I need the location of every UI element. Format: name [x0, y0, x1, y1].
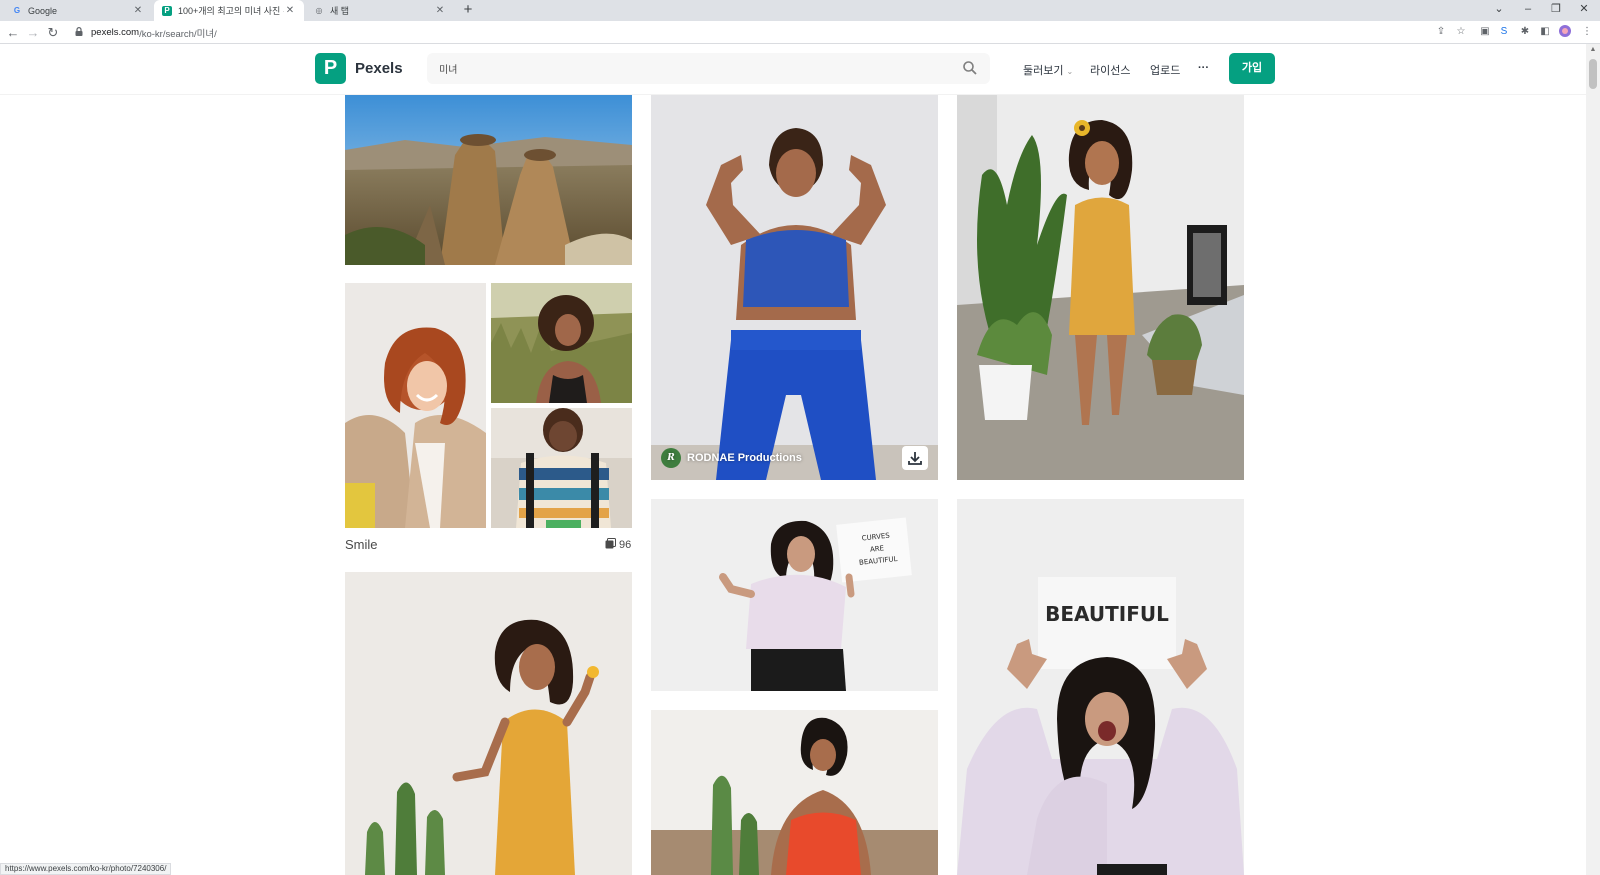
page-scrollbar[interactable]: ▲: [1586, 44, 1600, 875]
search-box: [427, 53, 990, 84]
landscape-image: [345, 95, 632, 265]
collection-photo-main[interactable]: [345, 283, 486, 528]
bookmark-star-icon[interactable]: ☆: [1454, 25, 1468, 39]
more-options-icon[interactable]: ···: [1198, 62, 1209, 74]
extension-icon[interactable]: ▣: [1478, 25, 1492, 39]
photo-red-swimsuit[interactable]: [651, 710, 938, 875]
address-bar[interactable]: pexels.com/ko-kr/search/미녀/: [68, 23, 1418, 42]
tab-new-tab[interactable]: ◎ 새 탭 ✕: [306, 0, 454, 21]
author-avatar: R: [661, 448, 681, 468]
photo-cappadocia[interactable]: [345, 95, 632, 265]
download-button[interactable]: [902, 446, 928, 470]
woman-yellow-dress-room-image: [957, 95, 1244, 480]
close-tab-icon[interactable]: ✕: [132, 5, 144, 16]
search-icon[interactable]: [962, 60, 978, 76]
new-tab-button[interactable]: +: [459, 1, 477, 18]
collection-title[interactable]: Smile: [345, 537, 378, 552]
collection-photo-top[interactable]: [491, 283, 632, 403]
google-favicon-icon: G: [13, 6, 21, 15]
pexels-favicon-icon: P: [162, 5, 172, 16]
collection-stack-icon: [605, 538, 616, 552]
kebab-menu-icon[interactable]: ⋮: [1580, 25, 1594, 39]
nav-license[interactable]: 라이선스: [1090, 62, 1130, 78]
browser-tab-bar: G Google ✕ P 100+개의 최고의 미녀 사진 · 10 ✕ ◎ 새…: [0, 0, 1600, 21]
side-panel-icon[interactable]: ◧: [1538, 25, 1552, 39]
minimize-icon[interactable]: –: [1514, 0, 1542, 21]
close-tab-icon[interactable]: ✕: [434, 5, 446, 16]
join-button[interactable]: 가입: [1229, 53, 1275, 84]
scroll-up-icon[interactable]: ▲: [1589, 46, 1597, 53]
tab-title: Google: [28, 5, 58, 16]
chevron-down-icon: ⌄: [1066, 67, 1074, 76]
photo-yellow-dress-cactus[interactable]: [345, 572, 632, 875]
woman-yellow-dress-image: [345, 572, 632, 875]
extension-translate-icon[interactable]: S: [1497, 25, 1511, 39]
site-header: P Pexels 둘러보기 ⌄ 라이선스 업로드 ··· 가입: [0, 44, 1586, 95]
tab-search-icon[interactable]: ⌄: [1485, 0, 1513, 21]
url-path: /ko-kr/search/미녀/: [139, 28, 217, 40]
newtab-favicon-icon: ◎: [315, 6, 323, 15]
woman-red-swimsuit-image: [651, 710, 938, 875]
pexels-logo[interactable]: P: [315, 53, 346, 84]
photo-yellow-dress-plants[interactable]: [957, 95, 1244, 480]
collection-photo-bottom[interactable]: [491, 408, 632, 528]
reload-icon[interactable]: ↻: [44, 24, 62, 41]
tab-title: 새 탭: [330, 6, 350, 16]
collection-count: 96: [605, 538, 631, 552]
status-bar-url: https://www.pexels.com/ko-kr/photo/72403…: [0, 863, 172, 875]
brand-name[interactable]: Pexels: [355, 60, 403, 77]
woman-beautiful-sign-image: [957, 499, 1244, 875]
back-arrow-icon[interactable]: ←: [4, 24, 22, 41]
collection-count-value: 96: [619, 539, 632, 551]
share-icon[interactable]: ⇪: [1434, 25, 1448, 39]
author-name: RODNAE Productions: [687, 452, 802, 464]
tab-google[interactable]: G Google ✕: [4, 0, 152, 21]
profile-avatar[interactable]: [1558, 25, 1572, 39]
browser-toolbar: ← → ↻ pexels.com/ko-kr/search/미녀/ ⇪ ☆ ▣ …: [0, 21, 1600, 44]
photo-curves-sign[interactable]: CURVES ARE BEAUTIFUL: [651, 499, 938, 691]
sign-curves: CURVES ARE BEAUTIFUL: [842, 528, 911, 571]
photo-blue-activewear[interactable]: R RODNAE Productions: [651, 95, 938, 480]
scrollbar-thumb[interactable]: [1589, 59, 1597, 89]
photo-beautiful-sign[interactable]: BEAUTIFUL: [957, 499, 1244, 875]
woman-laughing-image: [345, 283, 486, 528]
forward-arrow-icon[interactable]: →: [24, 24, 42, 41]
tab-pexels[interactable]: P 100+개의 최고의 미녀 사진 · 10 ✕: [154, 0, 304, 21]
puzzle-icon[interactable]: ✱: [1518, 25, 1532, 39]
nav-browse[interactable]: 둘러보기 ⌄: [1023, 62, 1073, 78]
woman-curly-hair-image: [491, 283, 632, 403]
woman-holding-sign-image: [651, 499, 938, 691]
sign-beautiful: BEAUTIFUL: [1045, 602, 1169, 626]
close-window-icon[interactable]: ✕: [1570, 0, 1598, 21]
lock-icon: [75, 27, 85, 38]
boy-striped-sweater-image: [491, 408, 632, 528]
close-tab-icon[interactable]: ✕: [284, 5, 296, 16]
download-icon: [902, 452, 928, 474]
nav-browse-label: 둘러보기: [1023, 65, 1064, 77]
nav-upload[interactable]: 업로드: [1150, 62, 1180, 78]
url-host: pexels.com: [91, 27, 140, 38]
restore-icon[interactable]: ❐: [1542, 0, 1570, 21]
search-input[interactable]: [439, 59, 939, 78]
tab-title: 100+개의 최고의 미녀 사진 · 10: [178, 6, 284, 16]
photo-author[interactable]: R RODNAE Productions: [661, 448, 802, 468]
woman-blue-activewear-image: [651, 95, 938, 480]
